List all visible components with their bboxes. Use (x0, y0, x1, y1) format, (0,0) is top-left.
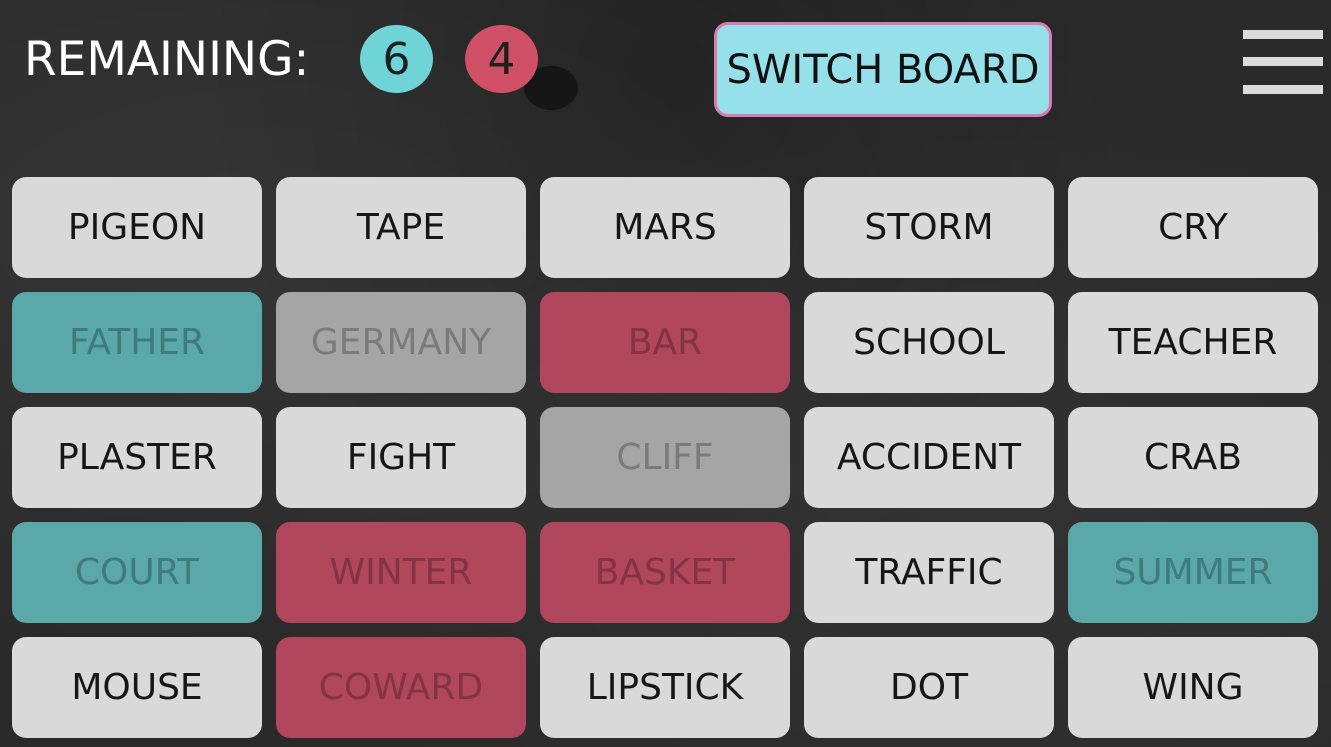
switch-board-button[interactable]: SWITCH BOARD (714, 22, 1052, 117)
hamburger-menu-icon[interactable] (1243, 30, 1323, 94)
word-card-court[interactable]: COURT (12, 522, 262, 623)
word-card-mars[interactable]: MARS (540, 177, 790, 278)
word-card-traffic[interactable]: TRAFFIC (804, 522, 1054, 623)
word-card-tape[interactable]: TAPE (276, 177, 526, 278)
word-card-summer[interactable]: SUMMER (1068, 522, 1318, 623)
menu-bar-line (1243, 57, 1323, 66)
menu-bar-line (1243, 85, 1323, 94)
teal-remaining-counter: 6 (360, 25, 433, 93)
word-card-winter[interactable]: WINTER (276, 522, 526, 623)
word-card-dot[interactable]: DOT (804, 637, 1054, 738)
remaining-label: REMAINING: (24, 32, 310, 87)
word-card-mouse[interactable]: MOUSE (12, 637, 262, 738)
menu-bar-line (1243, 30, 1323, 39)
red-remaining-counter: 4 (465, 25, 538, 93)
word-card-wing[interactable]: WING (1068, 637, 1318, 738)
word-card-crab[interactable]: CRAB (1068, 407, 1318, 508)
word-card-lipstick[interactable]: LIPSTICK (540, 637, 790, 738)
word-card-germany[interactable]: GERMANY (276, 292, 526, 393)
word-card-bar[interactable]: BAR (540, 292, 790, 393)
word-card-teacher[interactable]: TEACHER (1068, 292, 1318, 393)
word-card-cry[interactable]: CRY (1068, 177, 1318, 278)
word-card-father[interactable]: FATHER (12, 292, 262, 393)
word-card-pigeon[interactable]: PIGEON (12, 177, 262, 278)
word-card-basket[interactable]: BASKET (540, 522, 790, 623)
word-card-fight[interactable]: FIGHT (276, 407, 526, 508)
word-card-school[interactable]: SCHOOL (804, 292, 1054, 393)
word-board: PIGEON TAPE MARS STORM CRY FATHER GERMANY BAR SC… (12, 177, 1318, 738)
word-card-cliff[interactable]: CLIFF (540, 407, 790, 508)
word-card-coward[interactable]: COWARD (276, 637, 526, 738)
word-card-storm[interactable]: STORM (804, 177, 1054, 278)
header-bar: REMAINING: 6 4 SWITCH BOARD (0, 0, 1331, 150)
word-card-accident[interactable]: ACCIDENT (804, 407, 1054, 508)
word-card-plaster[interactable]: PLASTER (12, 407, 262, 508)
